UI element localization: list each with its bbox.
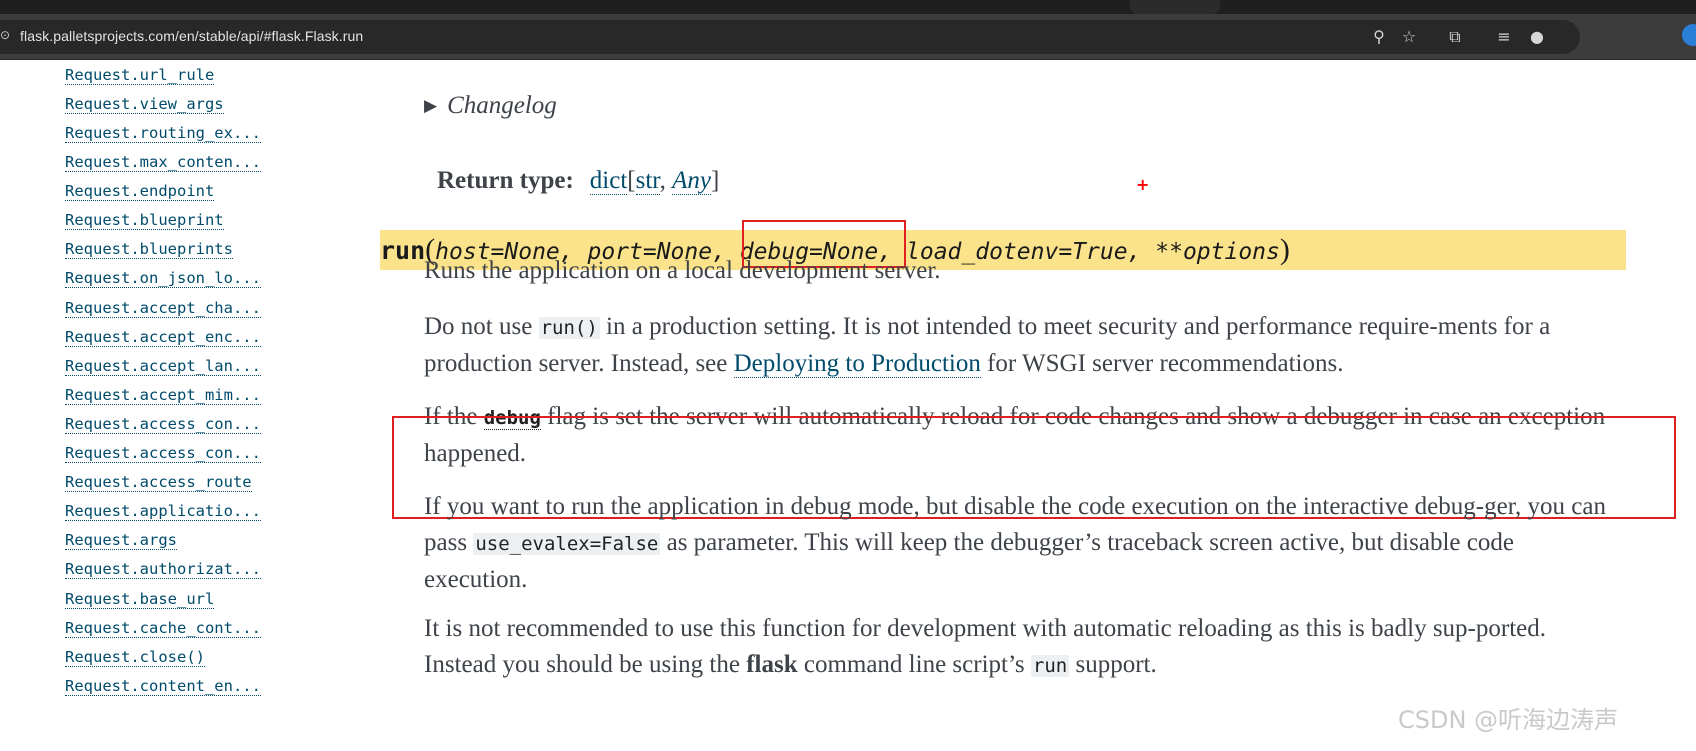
inline-code-run-cmd: run [1030, 655, 1070, 677]
text: command line script’s [797, 651, 1031, 678]
bracket-close: ] [710, 167, 720, 194]
sidebar-item[interactable]: Request.max_conten... [65, 153, 261, 172]
sidebar-item[interactable]: Request.on_json_lo... [65, 269, 261, 288]
paragraph-intro: Runs the application on a local developm… [424, 257, 941, 284]
active-tab[interactable] [1130, 0, 1220, 14]
inline-code-run: run() [538, 317, 600, 339]
sidebar-item[interactable]: Request.accept_cha... [65, 299, 261, 318]
sidebar-item[interactable]: Request.blueprints [65, 240, 233, 259]
str-link[interactable]: str [635, 167, 660, 195]
sidebar-item[interactable]: Request.args [65, 531, 177, 550]
any-link[interactable]: Any [672, 167, 711, 195]
return-type-label: Return type: [437, 167, 574, 194]
inline-code-evalex: use_evalex=False [473, 533, 661, 555]
url-text[interactable]: flask.palletsprojects.com/en/stable/api/… [20, 28, 363, 44]
sidebar-item[interactable]: Request.content_en... [65, 677, 261, 696]
text: support. [1069, 651, 1157, 678]
sidebar-item[interactable]: Request.url_rule [65, 66, 215, 85]
paragraph-production: Do not use run() in a production setting… [424, 309, 1614, 382]
tab-strip [0, 0, 1696, 14]
dict-link[interactable]: dict [589, 167, 628, 195]
sidebar-item[interactable]: Request.routing_ex... [65, 124, 261, 143]
reading-list-icon[interactable]: ≡ [1492, 25, 1516, 49]
sidebar-item[interactable]: Request.blueprint [65, 211, 224, 230]
sidebar-item[interactable]: Request.accept_enc... [65, 328, 261, 347]
changelog-label: Changelog [447, 92, 557, 119]
main-content: ▶ Changelog Return type: dict[str, Any] + … [380, 60, 1696, 751]
paragraph-evalex: If you want to run the application in de… [424, 489, 1614, 598]
profile-icon[interactable]: ● [1525, 25, 1549, 49]
sidebar-item[interactable]: Request.authorizat... [65, 560, 261, 579]
url-field[interactable]: ⊙ flask.palletsprojects.com/en/stable/ap… [0, 20, 1580, 54]
flask-bold: flask [746, 651, 798, 678]
address-bar: ⊙ flask.palletsprojects.com/en/stable/ap… [0, 14, 1696, 60]
sidebar-nav: Request.url_rule Request.view_args Reque… [0, 60, 340, 751]
changelog-toggle[interactable]: ▶ Changelog [424, 92, 557, 120]
csdn-watermark: CSDN @听海边涛声 [1398, 706, 1619, 734]
sidebar-item[interactable]: Request.endpoint [65, 182, 215, 201]
sidebar-item[interactable]: Request.access_con... [65, 444, 261, 463]
bookmark-star-icon[interactable]: ☆ [1397, 25, 1421, 49]
sidebar-item[interactable]: Request.view_args [65, 95, 224, 114]
sidebar-item[interactable]: Request.applicatio... [65, 502, 261, 521]
sidebar-item[interactable]: Request.close() [65, 648, 205, 667]
sidebar-item[interactable]: Request.cache_cont... [65, 619, 261, 638]
paragraph-reloading: It is not recommended to use this functi… [424, 611, 1614, 684]
type-separator: , [659, 167, 673, 194]
text: Do not use [424, 313, 539, 340]
sidebar-item[interactable]: Request.access_con... [65, 415, 261, 434]
deploying-link[interactable]: Deploying to Production [733, 350, 981, 378]
extensions-icon[interactable]: ⧉ [1443, 25, 1467, 49]
sidebar-item[interactable]: Request.access_route [65, 473, 252, 492]
sidebar-item[interactable]: Request.accept_lan... [65, 357, 261, 376]
function-name: run [380, 236, 426, 265]
expand-triangle-icon[interactable]: ▶ [424, 96, 437, 116]
bracket-open: [ [627, 167, 636, 194]
sidebar-item[interactable]: Request.base_url [65, 590, 215, 609]
return-type: Return type: dict[str, Any] [437, 167, 719, 195]
zoom-icon[interactable]: ⚲ [1367, 25, 1391, 49]
text: for WSGI server recommendations. [980, 350, 1344, 377]
site-info-icon[interactable]: ⊙ [0, 28, 10, 44]
plus-marker: + [1136, 175, 1150, 194]
sidebar-item[interactable]: Request.accept_mim... [65, 386, 261, 405]
